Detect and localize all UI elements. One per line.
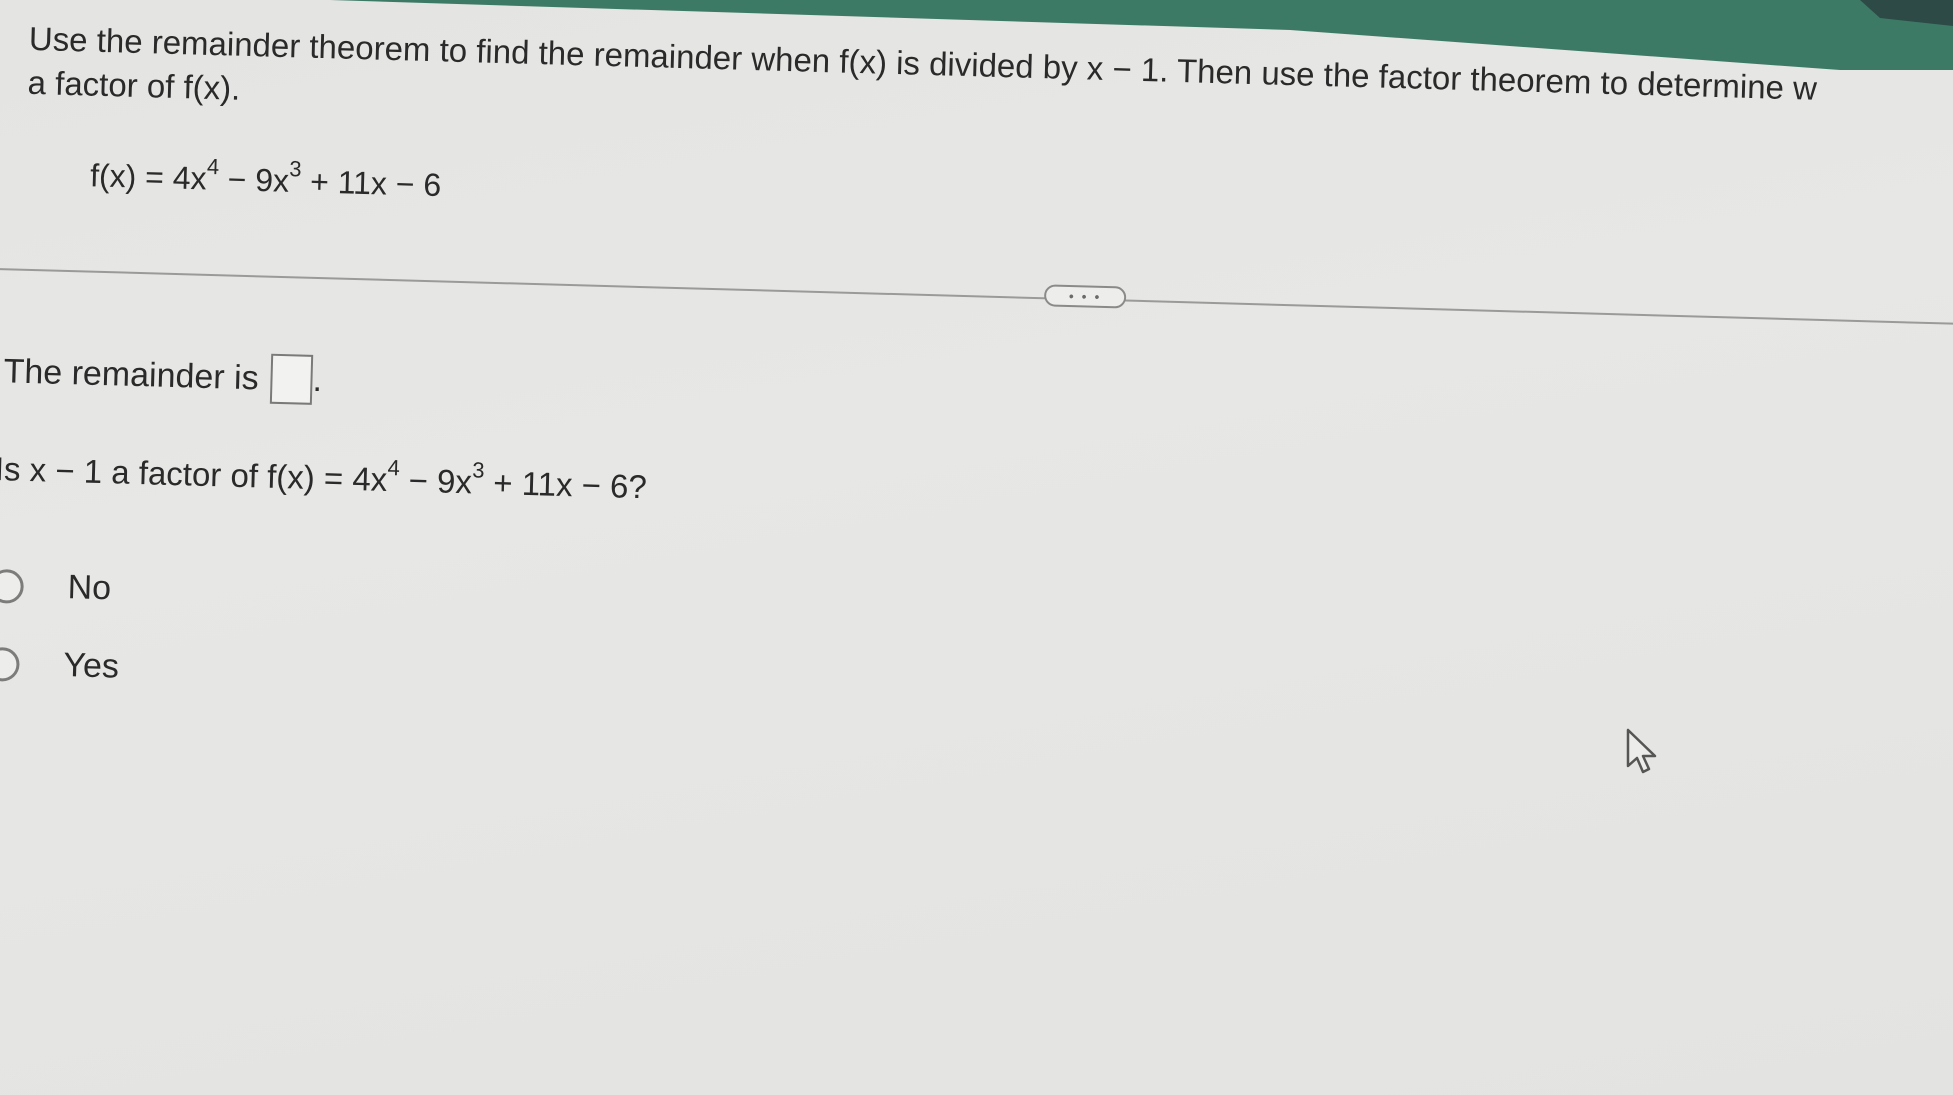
remainder-trailing-period: . <box>312 360 323 399</box>
equation-exponent-3: 3 <box>289 156 302 182</box>
question-text: Use the remainder theorem to find the re… <box>27 17 1949 159</box>
equation-prefix: f(x) = 4x <box>89 157 208 197</box>
expand-more-button[interactable]: • • • <box>1043 284 1127 309</box>
equation-mid: − 9x <box>218 160 290 199</box>
factor-question-suffix: + 11x − 6? <box>483 463 648 506</box>
question-panel: Use the remainder theorem to find the re… <box>0 0 1953 1095</box>
remainder-label: The remainder is <box>3 351 260 397</box>
mouse-pointer-icon <box>1626 728 1657 774</box>
option-no[interactable]: No <box>0 566 112 608</box>
factor-question-mid: − 9x <box>398 461 473 501</box>
radio-yes[interactable] <box>0 646 20 682</box>
factor-question-prefix: Is x − 1 a factor of f(x) = 4x <box>0 450 388 498</box>
factor-question: Is x − 1 a factor of f(x) = 4x4 − 9x3 + … <box>0 448 647 506</box>
function-equation: f(x) = 4x4 − 9x3 + 11x − 6 <box>89 153 442 204</box>
screen: Use the remainder theorem to find the re… <box>0 0 1953 1095</box>
equation-exponent-4: 4 <box>206 153 220 180</box>
option-yes[interactable]: Yes <box>0 644 119 687</box>
option-no-label: No <box>67 568 112 608</box>
radio-no[interactable] <box>0 568 25 604</box>
factor-question-exponent-4: 4 <box>387 455 401 481</box>
remainder-row: The remainder is . <box>3 346 323 405</box>
option-yes-label: Yes <box>62 646 120 686</box>
equation-suffix: + 11x − 6 <box>300 163 442 204</box>
remainder-answer-input[interactable] <box>269 353 314 405</box>
section-divider <box>0 267 1953 326</box>
factor-question-exponent-3: 3 <box>471 457 485 483</box>
